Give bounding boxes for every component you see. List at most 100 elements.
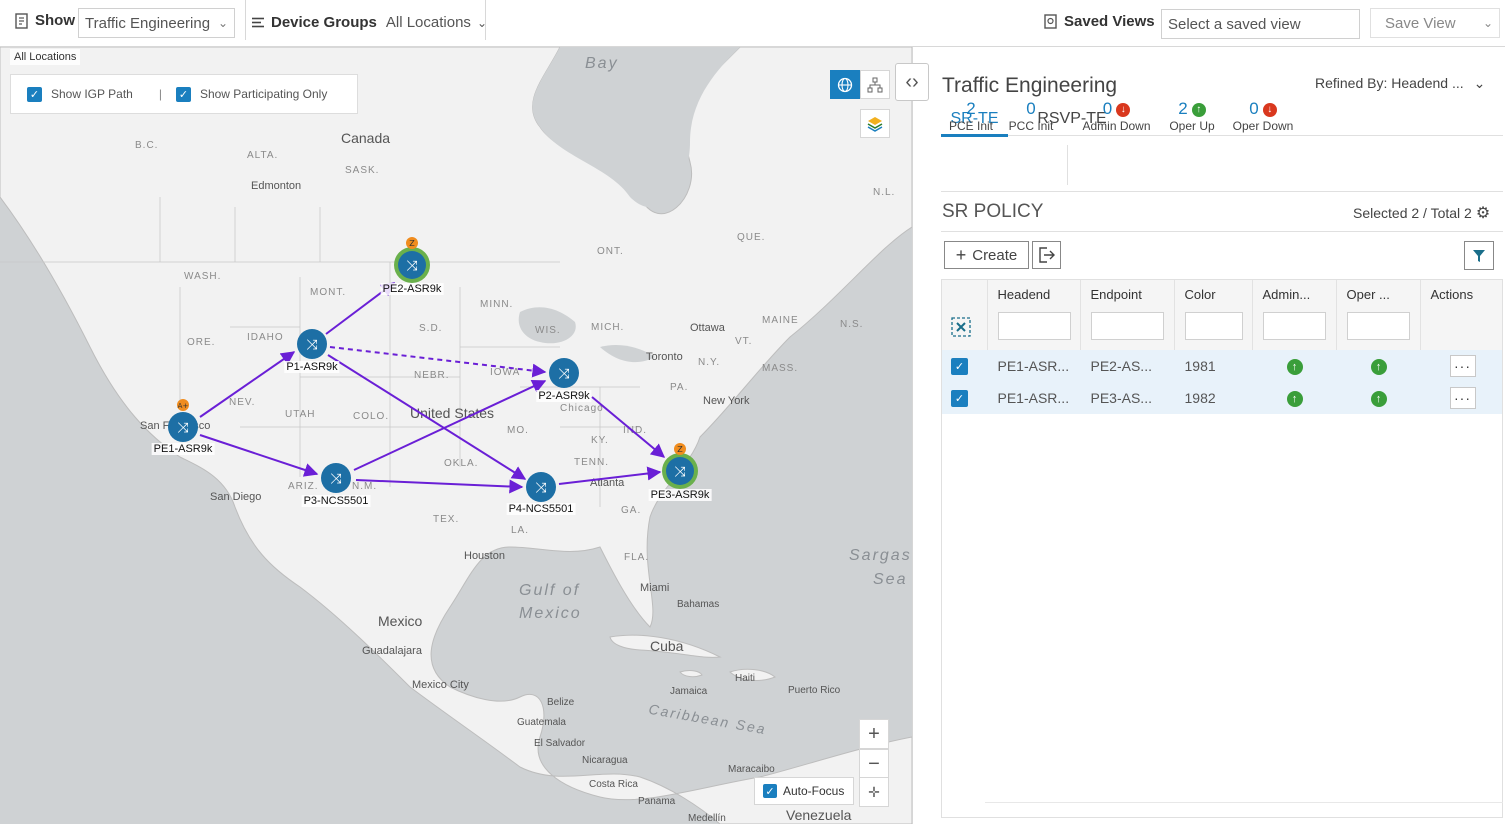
panel-collapse-button[interactable]: ‹› <box>895 63 929 101</box>
toolbar-divider <box>245 0 246 40</box>
svg-text:⤨: ⤨ <box>535 480 547 496</box>
stat-admin-down[interactable]: 0 ↓ Admin Down <box>1078 99 1155 133</box>
column-endpoint[interactable]: Endpoint <box>1080 279 1175 350</box>
gear-icon[interactable]: ⚙ <box>1476 203 1490 223</box>
column-label: Oper ... <box>1346 287 1390 302</box>
node-label-p3: P3-NCS5501 <box>301 495 371 507</box>
stat-label: PCE Init <box>948 119 993 133</box>
endpoint-filter-input[interactable] <box>1090 312 1164 340</box>
svg-text:⤨: ⤨ <box>674 464 686 480</box>
device-groups-value: All Locations <box>385 14 471 31</box>
headend-cell: PE1-ASR... <box>987 382 1081 414</box>
link-p1-p2-dashed[interactable] <box>329 346 547 378</box>
fit-view-button[interactable]: ✛ <box>859 777 889 807</box>
actions-cell: ··· <box>1420 382 1503 414</box>
node-p1[interactable]: ⤨ <box>297 329 327 359</box>
stat-label: PCC Init <box>1008 119 1054 133</box>
z-end-badge: Z <box>677 445 683 454</box>
table-header-row: Headend Endpoint Color Admin... Oper ...… <box>941 279 1503 350</box>
clear-selection-icon[interactable] <box>951 317 987 340</box>
filter-button[interactable] <box>1464 241 1494 270</box>
chevron-down-icon[interactable]: ⌄ <box>1483 16 1493 30</box>
link-p3-p4[interactable] <box>355 479 524 494</box>
export-icon <box>1038 247 1055 263</box>
stat-value: 2 <box>966 99 976 118</box>
color-filter-input[interactable] <box>1184 312 1243 340</box>
node-pe2[interactable]: ⤨ Z <box>394 237 430 283</box>
scrollbar-track[interactable] <box>985 802 1503 803</box>
zoom-in-button[interactable]: + <box>859 719 889 749</box>
link-pe1-p1[interactable] <box>199 351 296 418</box>
row-checkbox[interactable]: ✓ <box>951 390 968 407</box>
saved-view-select[interactable]: Select a saved view <box>1161 9 1360 39</box>
show-select-value: Traffic Engineering <box>85 14 211 32</box>
zoom-out-button[interactable]: − <box>859 749 889 779</box>
more-actions-button[interactable]: ··· <box>1449 355 1476 377</box>
all-locations-breadcrumb[interactable]: All Locations <box>10 49 81 65</box>
stat-oper-down[interactable]: 0 ↓ Oper Down <box>1228 99 1298 133</box>
arrow-down-icon: ↓ <box>1262 102 1277 117</box>
show-igp-path-checkbox[interactable]: ✓ <box>27 86 42 102</box>
select-all-header <box>941 279 988 350</box>
save-view-label: Save View <box>1385 14 1456 32</box>
link-p4-pe3[interactable] <box>558 466 662 485</box>
plus-icon: + <box>868 722 880 745</box>
admin-state-cell: ↑ <box>1252 382 1337 414</box>
more-actions-button[interactable]: ··· <box>1449 387 1476 409</box>
geo-view-button[interactable] <box>830 70 860 99</box>
selected-total-label: Selected 2 / Total 2 <box>1353 205 1472 221</box>
traffic-engineering-panel <box>912 47 1505 824</box>
oper-filter-input[interactable] <box>1346 312 1410 340</box>
topology-overlay: ⤨ A+ ⤨ ⤨ Z ⤨ ⤨ ⤨ ⤨ Z <box>168 237 698 502</box>
column-label: Headend <box>997 287 1051 302</box>
show-select[interactable]: Traffic Engineering ⌄ <box>78 8 235 38</box>
node-pe3[interactable]: ⤨ Z <box>662 443 698 489</box>
column-headend[interactable]: Headend <box>987 279 1081 350</box>
hierarchy-icon <box>867 77 883 92</box>
stat-value-row: 0 ↓ <box>1249 99 1277 119</box>
refined-by-dropdown[interactable]: Refined By: Headend ... ⌄ <box>1315 75 1485 92</box>
stat-value-row: 0 ↓ <box>1103 99 1131 119</box>
node-p3[interactable]: ⤨ <box>321 463 351 493</box>
arrow-up-icon: ↑ <box>1191 102 1206 117</box>
oper-state-cell: ↑ <box>1336 350 1421 382</box>
column-color[interactable]: Color <box>1174 279 1253 350</box>
node-p4[interactable]: ⤨ <box>526 472 556 502</box>
link-p2-pe3[interactable] <box>591 396 666 458</box>
save-view-button[interactable]: Save View ⌄ <box>1370 8 1500 38</box>
device-groups-select[interactable]: Device Groups All Locations ⌄ <box>252 14 487 31</box>
auto-focus-toggle[interactable]: ✓ Auto-Focus <box>754 777 854 805</box>
column-label: Endpoint <box>1090 287 1142 302</box>
show-label: Show <box>35 12 75 29</box>
link-p3-p2[interactable] <box>353 379 547 471</box>
svg-text:⤨: ⤨ <box>406 258 418 274</box>
link-pe1-p3[interactable] <box>199 434 319 477</box>
auto-focus-checkbox[interactable]: ✓ <box>763 784 777 798</box>
create-button[interactable]: + Create <box>944 241 1029 269</box>
top-toolbar: Show Traffic Engineering ⌄ Device Groups… <box>0 0 1505 47</box>
show-participating-only-checkbox[interactable]: ✓ <box>175 86 191 102</box>
table-row[interactable]: ✓ PE1-ASR... PE2-AS... 1981 ↑ ↑ ··· <box>941 350 1503 382</box>
column-admin-state[interactable]: Admin... <box>1252 279 1337 350</box>
export-button[interactable] <box>1032 241 1061 269</box>
headend-filter-input[interactable] <box>997 312 1071 340</box>
stat-pcc-init[interactable]: 0 PCC Init <box>1006 99 1056 133</box>
link-p1-p4[interactable] <box>327 354 527 480</box>
layers-button[interactable] <box>860 109 890 138</box>
chevron-down-icon: ⌄ <box>1473 75 1486 91</box>
topology-map[interactable]: Bay Canada B.C. ALTA. SASK. Edmonton ONT… <box>0 47 912 824</box>
row-checkbox[interactable]: ✓ <box>951 358 968 375</box>
panel-title: Traffic Engineering <box>942 74 1118 97</box>
stat-pce-init[interactable]: 2 PCE Init <box>946 99 996 133</box>
node-pe1[interactable]: ⤨ A+ <box>168 399 198 442</box>
node-p2[interactable]: ⤨ <box>549 358 579 388</box>
logical-view-button[interactable] <box>860 70 890 99</box>
refined-by-label: Refined By: Headend ... <box>1315 75 1464 91</box>
table-row[interactable]: ✓ PE1-ASR... PE3-AS... 1982 ↑ ↑ ··· <box>941 382 1503 414</box>
node-label-p1: P1-ASR9k <box>284 361 340 373</box>
stat-value: 2 <box>1178 99 1188 118</box>
column-oper-state[interactable]: Oper ... <box>1336 279 1421 350</box>
z-end-badge: Z <box>409 239 415 248</box>
admin-filter-input[interactable] <box>1262 312 1326 340</box>
stat-oper-up[interactable]: 2 ↑ Oper Up <box>1164 99 1220 133</box>
